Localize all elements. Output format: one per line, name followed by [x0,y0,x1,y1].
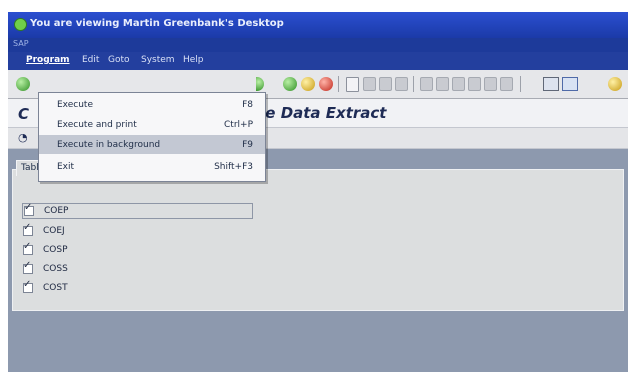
menu-item-label: Execute [57,100,93,110]
tables-group-box [12,169,624,311]
checkbox-label: COSP [43,244,68,255]
menu-item-shortcut: F9 [242,140,253,150]
menu-item-shortcut: Shift+F3 [214,162,253,172]
checkbox-coej[interactable]: ✓ COEJ [23,221,65,238]
check-mark-icon: ✓ [23,240,32,252]
command-field-icon[interactable] [256,77,264,91]
checkbox-cost[interactable]: ✓ COST [23,278,68,295]
menu-program[interactable]: Program [26,55,70,65]
page-grey-icon[interactable] [468,77,481,91]
menu-item-execute-and-print[interactable]: Execute and print Ctrl+P [39,115,265,134]
cancel-icon[interactable] [319,77,333,91]
selection-screen: Tables to be analysed ✓ COEP ✓ COEJ ✓ CO… [8,149,628,372]
checkbox-label: COEJ [43,225,65,236]
previous-page-icon[interactable] [420,77,433,91]
print-icon[interactable] [346,77,359,92]
menu-item-label: Execute in background [57,140,161,150]
checkbox-cosp[interactable]: ✓ COSP [23,240,68,257]
menu-goto[interactable]: Goto [108,55,130,65]
toolbar-separator [520,76,521,92]
checkbox-label: COST [43,282,68,293]
menu-item-execute-in-background[interactable]: Execute in background F9 [39,135,265,154]
program-dropdown-menu: Execute F8 Execute and print Ctrl+P Exec… [38,92,266,182]
menu-help[interactable]: Help [183,55,204,65]
menu-item-label: Execute and print [57,120,137,130]
menu-item-label: Exit [57,162,75,172]
find-next-icon[interactable] [379,77,392,91]
new-session-icon[interactable] [543,77,559,91]
next-page-icon[interactable] [436,77,449,91]
checkbox-box[interactable]: ✓ [23,259,33,274]
menu-edit[interactable]: Edit [82,55,99,65]
shortcut-icon[interactable] [562,77,578,91]
execute-clock-icon[interactable]: ◔ [18,131,28,144]
menu-item-execute[interactable]: Execute F8 [39,95,265,114]
checkbox-coss[interactable]: ✓ COSS [23,259,68,276]
sap-logo-icon: SAP [13,39,29,48]
checkbox-box[interactable]: ✓ [23,221,33,236]
first-page-icon[interactable] [395,77,408,91]
sap-window: You are viewing Martin Greenbank's Deskt… [8,12,628,372]
remote-desktop-icon [14,18,27,31]
checkbox-box[interactable]: ✓ [24,202,34,216]
check-mark-icon: ✓ [23,221,32,233]
toolbar-separator [413,76,414,92]
checkbox-box[interactable]: ✓ [23,278,33,293]
page-grey-icon[interactable] [484,77,497,91]
menu-item-exit[interactable]: Exit Shift+F3 [39,157,265,176]
page-title: ate Data Extract [248,104,387,122]
exit-icon[interactable] [301,77,315,91]
back-icon[interactable] [283,77,297,91]
last-page-icon[interactable] [452,77,465,91]
find-icon[interactable] [363,77,376,91]
menu-system[interactable]: System [141,55,175,65]
checkbox-label: COEP [44,206,69,216]
enter-icon[interactable] [16,77,30,91]
remote-desktop-title-bar: You are viewing Martin Greenbank's Deskt… [8,12,628,38]
checkbox-label: COSS [43,263,68,274]
help-icon[interactable] [608,77,622,91]
checkbox-coep[interactable]: ✓ COEP [22,203,253,219]
check-mark-icon: ✓ [23,278,32,290]
check-mark-icon: ✓ [23,259,32,271]
menu-item-shortcut: F8 [242,100,253,110]
toolbar-separator [338,76,339,92]
menu-item-shortcut: Ctrl+P [224,120,253,130]
checkbox-box[interactable]: ✓ [23,240,33,255]
page-grey-icon[interactable] [500,77,513,91]
window-title: You are viewing Martin Greenbank's Deskt… [30,18,284,29]
system-strip: SAP [8,38,628,52]
check-mark-icon: ✓ [24,202,33,213]
menu-bar: Program Edit Goto System Help [8,52,628,70]
page-title-left: C [18,105,30,123]
